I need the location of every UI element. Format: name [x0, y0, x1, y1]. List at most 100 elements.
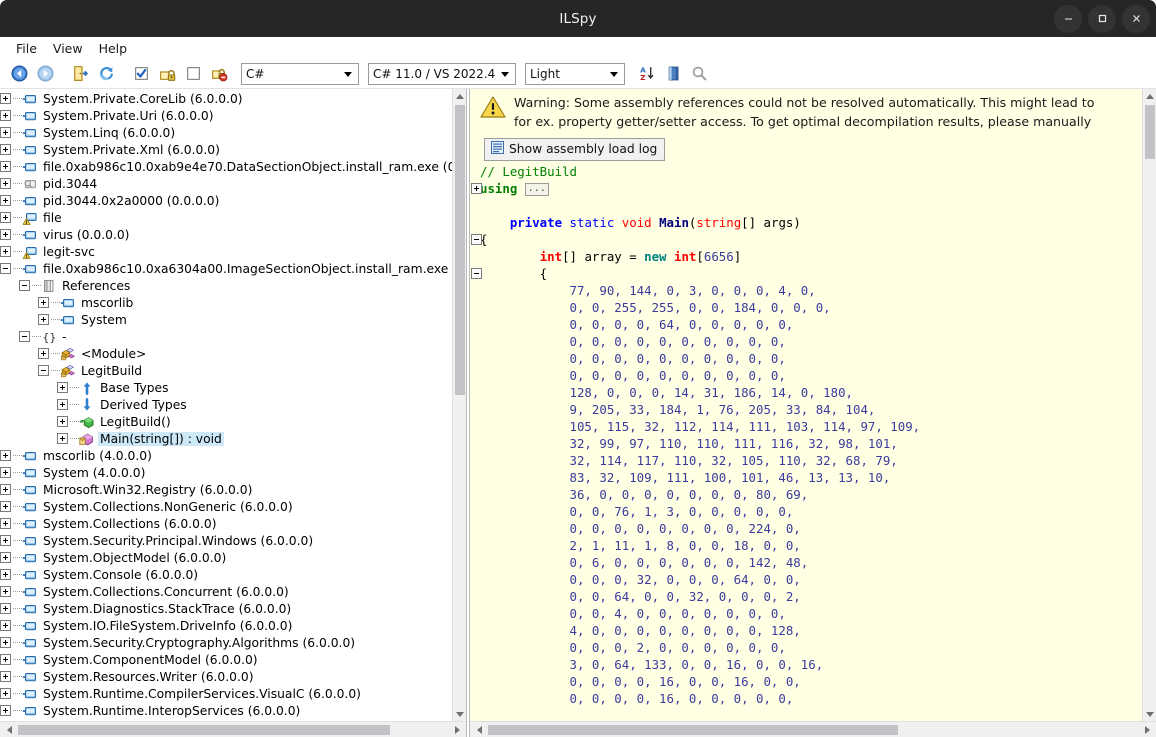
tree-expand-icon[interactable] — [0, 144, 11, 155]
tree-expand-icon[interactable] — [0, 518, 11, 529]
tree-node[interactable]: file — [0, 209, 452, 226]
tree-expand-icon[interactable] — [0, 501, 11, 512]
tree-expand-icon[interactable] — [0, 212, 11, 223]
tree-node[interactable]: System.ComponentModel (6.0.0.0) — [0, 651, 452, 668]
tree-collapse-icon[interactable] — [38, 365, 49, 376]
tree-node[interactable]: virus (0.0.0.0) — [0, 226, 452, 243]
code-scroll-left-arrow[interactable] — [472, 722, 486, 737]
tree-node[interactable]: file.0xab986c10.0xa6304a00.ImageSectionO… — [0, 260, 452, 277]
tree-node[interactable]: References — [0, 277, 452, 294]
tree-node[interactable]: System.ObjectModel (6.0.0.0) — [0, 549, 452, 566]
tree-expand-icon[interactable] — [0, 195, 11, 206]
theme-select[interactable]: Light — [525, 62, 625, 85]
minimize-button[interactable] — [1054, 4, 1082, 33]
tree-node[interactable]: System.Collections.NonGeneric (6.0.0.0) — [0, 498, 452, 515]
tree-expand-icon[interactable] — [0, 705, 11, 716]
tree-node[interactable]: System.Private.CoreLib (6.0.0.0) — [0, 90, 452, 107]
tree-expand-icon[interactable] — [57, 433, 68, 444]
tree-scroll-down-arrow[interactable] — [453, 707, 466, 721]
assembly-tree[interactable]: System.Private.CoreLib (6.0.0.0) System.P… — [0, 89, 452, 721]
code-hscroll-thumb[interactable] — [488, 725, 898, 735]
tree-node[interactable]: Microsoft.Win32.Registry (6.0.0.0) — [0, 481, 452, 498]
tree-expand-icon[interactable] — [0, 569, 11, 580]
tree-node[interactable]: System.Collections (6.0.0.0) — [0, 515, 452, 532]
menu-view[interactable]: View — [45, 39, 91, 58]
tree-node[interactable]: System.Runtime.InteropServices (6.0.0.0) — [0, 702, 452, 719]
tree-scroll-right-arrow[interactable] — [450, 722, 464, 737]
tree-expand-icon[interactable] — [0, 467, 11, 478]
show-assembly-load-log-button[interactable]: Show assembly load log — [484, 137, 666, 161]
tree-node[interactable]: legit-svc — [0, 243, 452, 260]
tree-node[interactable]: System.Resources.Writer (6.0.0.0) — [0, 668, 452, 685]
tree-node[interactable]: mscorlib (4.0.0.0) — [0, 447, 452, 464]
code-text[interactable]: // LegitBuild using ... private static vo… — [470, 163, 1142, 707]
tree-node[interactable]: System.IO.FileSystem.DriveInfo (6.0.0.0) — [0, 617, 452, 634]
tree-node[interactable]: System.Collections.Concurrent (6.0.0.0) — [0, 583, 452, 600]
tree-node[interactable]: System.Security.Cryptography.Algorithms … — [0, 634, 452, 651]
tree-expand-icon[interactable] — [0, 603, 11, 614]
tree-expand-icon[interactable] — [0, 535, 11, 546]
tree-node[interactable]: LegitBuild — [0, 362, 452, 379]
code-scroll-down-arrow[interactable] — [1143, 707, 1156, 721]
tree-hscroll-thumb[interactable] — [18, 725, 390, 735]
code-line-open-brace[interactable]: { — [471, 231, 1142, 248]
forward-button[interactable] — [32, 62, 58, 86]
tree-collapse-icon[interactable] — [0, 263, 11, 274]
tree-expand-icon[interactable] — [0, 552, 11, 563]
tree-node[interactable]: System.Linq (6.0.0.0) — [0, 124, 452, 141]
refresh-button[interactable] — [93, 62, 119, 86]
tree-expand-icon[interactable] — [0, 178, 11, 189]
tree-node[interactable]: System.Security.Principal.Windows (6.0.0… — [0, 532, 452, 549]
tree-expand-icon[interactable] — [57, 382, 68, 393]
tree-collapse-icon[interactable] — [19, 280, 30, 291]
tree-node[interactable]: Base Types — [0, 379, 452, 396]
tree-expand-icon[interactable] — [38, 297, 49, 308]
array-fold-icon[interactable] — [471, 267, 482, 279]
tree-expand-icon[interactable] — [57, 399, 68, 410]
language-version-select[interactable]: C# 11.0 / VS 2022.4 — [368, 62, 516, 85]
back-button[interactable] — [6, 62, 32, 86]
tree-expand-icon[interactable] — [0, 654, 11, 665]
code-scroll-right-arrow[interactable] — [1140, 722, 1154, 737]
tree-node[interactable]: mscorlib — [0, 294, 452, 311]
menu-help[interactable]: Help — [91, 39, 136, 58]
show-public-only-button[interactable] — [180, 62, 206, 86]
tree-horizontal-scrollbar[interactable] — [0, 721, 466, 737]
tree-expand-icon[interactable] — [0, 93, 11, 104]
tree-expand-icon[interactable] — [0, 229, 11, 240]
tree-expand-icon[interactable] — [0, 161, 11, 172]
tree-node[interactable]: System.Private.Xml (6.0.0.0) — [0, 141, 452, 158]
close-button[interactable] — [1122, 4, 1150, 33]
tree-node[interactable]: System.Private.Uri (6.0.0.0) — [0, 107, 452, 124]
code-scroll-up-arrow[interactable] — [1143, 89, 1156, 103]
using-ellipsis[interactable]: ... — [524, 182, 549, 196]
search-button[interactable] — [686, 62, 712, 86]
sort-button[interactable]: A Z — [634, 62, 660, 86]
tree-expand-icon[interactable] — [0, 637, 11, 648]
tree-vertical-scrollbar[interactable] — [452, 89, 466, 721]
method-fold-icon[interactable] — [471, 233, 482, 245]
code-vertical-scrollbar[interactable] — [1142, 89, 1156, 721]
tree-node[interactable]: LegitBuild() — [0, 413, 452, 430]
tree-node[interactable]: <Module> — [0, 345, 452, 362]
hide-compiler-generated-button[interactable] — [206, 62, 232, 86]
language-select[interactable]: C# — [241, 62, 359, 85]
maximize-button[interactable] — [1088, 4, 1116, 33]
show-private-members-button[interactable] — [154, 62, 180, 86]
tree-node[interactable]: Main(string[]) : void — [0, 430, 452, 447]
tree-expand-icon[interactable] — [0, 450, 11, 461]
show-internal-types-button[interactable] — [128, 62, 154, 86]
tree-collapse-icon[interactable] — [19, 331, 30, 342]
tree-node[interactable]: Derived Types — [0, 396, 452, 413]
tree-scroll-left-arrow[interactable] — [2, 722, 16, 737]
tree-node[interactable]: System (4.0.0.0) — [0, 464, 452, 481]
tree-node[interactable]: System.Console (6.0.0.0) — [0, 566, 452, 583]
code-line-array-open-brace[interactable]: { — [471, 265, 1142, 282]
tree-expand-icon[interactable] — [38, 348, 49, 359]
tree-scroll-thumb[interactable] — [455, 105, 465, 395]
tree-expand-icon[interactable] — [38, 314, 49, 325]
tree-expand-icon[interactable] — [0, 620, 11, 631]
code-line-using[interactable]: using ... — [471, 180, 1142, 197]
tree-node[interactable]: {} - — [0, 328, 452, 345]
tree-node[interactable]: file.0xab986c10.0xab9e4e70.DataSectionOb… — [0, 158, 452, 175]
